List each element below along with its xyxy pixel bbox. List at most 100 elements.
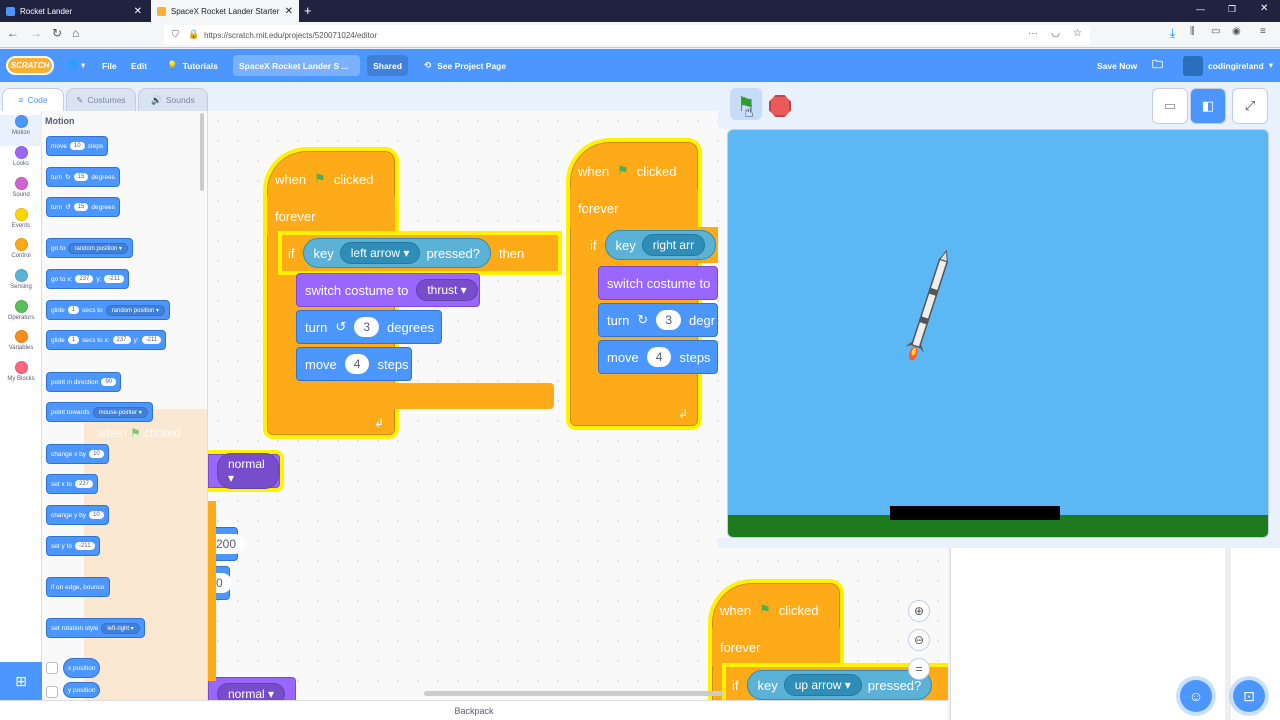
category-control[interactable]: Control bbox=[0, 238, 42, 269]
reporter-x-position[interactable]: x position bbox=[63, 658, 101, 678]
block-change-x[interactable]: change x by 10 bbox=[46, 444, 109, 464]
key-pressed-sensor[interactable]: key left arrow ▾ pressed? bbox=[302, 238, 491, 268]
close-tab-icon[interactable]: ✕ bbox=[134, 6, 142, 17]
forward-icon[interactable]: → bbox=[30, 26, 42, 40]
see-project-page-button[interactable]: ⟲ See Project Page bbox=[424, 49, 506, 82]
pocket-icon[interactable]: ◡ bbox=[1051, 28, 1060, 39]
project-title-input[interactable]: SpaceX Rocket Lander S ... bbox=[233, 55, 360, 76]
sprite-pane-scrollbar[interactable] bbox=[1225, 548, 1231, 720]
block-glide-to[interactable]: glide 1 secs to random position ▾ bbox=[46, 300, 171, 320]
block-point-in-direction[interactable]: point in direction 90 bbox=[46, 372, 122, 392]
close-window-icon[interactable]: ✕ bbox=[1260, 3, 1268, 14]
category-sensing[interactable]: Sensing bbox=[0, 269, 42, 300]
block-turn-right[interactable]: turn ↻ 15 degrees bbox=[46, 167, 120, 187]
script1-if-then[interactable]: if key left arrow ▾ pressed? then bbox=[282, 235, 558, 271]
account-icon[interactable]: ◉ bbox=[1232, 26, 1241, 37]
script4-forever[interactable]: forever bbox=[712, 628, 840, 666]
tutorials-button[interactable]: 💡 Tutorials bbox=[167, 49, 218, 82]
script-area-scrollbar[interactable] bbox=[424, 691, 724, 696]
block-move[interactable]: move 4 steps bbox=[296, 347, 412, 381]
download-icon[interactable]: ⤓ bbox=[1170, 26, 1175, 41]
block-switch-costume-normal[interactable]: normal ▾ bbox=[208, 453, 280, 489]
block-set-rotation-style[interactable]: set rotation style left-right ▾ bbox=[46, 618, 145, 638]
block-go-to-xy[interactable]: go to x: 237 y: -211 bbox=[46, 269, 129, 289]
block-switch-costume[interactable]: switch costume to bbox=[598, 266, 718, 300]
block-set-y[interactable]: set y to -211 bbox=[46, 536, 100, 556]
back-icon[interactable]: ← bbox=[7, 26, 19, 40]
category-my-blocks[interactable]: My Blocks bbox=[0, 361, 42, 392]
category-operators[interactable]: Operators bbox=[0, 300, 42, 331]
script2-hat-when-flag-clicked[interactable]: when ⚑ clicked bbox=[570, 153, 676, 189]
language-globe-icon[interactable]: 🌐 ▾ bbox=[68, 49, 85, 82]
category-looks[interactable]: Looks bbox=[0, 146, 42, 177]
block-glide-to-xy[interactable]: glide 1 secs to x: 237 y: -211 bbox=[46, 330, 167, 350]
restore-icon[interactable]: ❐ bbox=[1228, 4, 1236, 15]
tab-code[interactable]: ≡ Code bbox=[2, 88, 64, 111]
choose-sprite-icon[interactable]: ☺ bbox=[1180, 680, 1212, 712]
tab-sounds[interactable]: 🔊 Sounds bbox=[138, 88, 208, 111]
library-icon[interactable]: ⫼ bbox=[1190, 26, 1195, 37]
browser-tab-rocket-lander[interactable]: Rocket Lander ✕ bbox=[0, 0, 148, 22]
browser-tab-editor[interactable]: SpaceX Rocket Lander Starter c ✕ bbox=[151, 0, 299, 22]
script2-if[interactable]: if key right arr bbox=[584, 227, 718, 263]
block-turn-right[interactable]: turn ↻ 3 degr bbox=[598, 303, 718, 337]
block-move-steps[interactable]: move 10 steps bbox=[46, 136, 109, 156]
scratch-logo[interactable]: SCRATCH bbox=[6, 56, 54, 75]
small-stage-icon[interactable]: ▭ bbox=[1152, 88, 1188, 124]
menu-icon[interactable]: ≡ bbox=[1260, 26, 1266, 37]
x-position-checkbox[interactable] bbox=[46, 662, 58, 674]
script1-forever[interactable]: forever bbox=[267, 197, 395, 235]
reload-icon[interactable]: ↻ bbox=[52, 26, 62, 40]
block-turn-left[interactable]: turn ↺ 3 degrees bbox=[296, 310, 442, 344]
minimize-icon[interactable]: — bbox=[1196, 4, 1205, 14]
block-turn-left[interactable]: turn ↺ 15 degrees bbox=[46, 197, 120, 217]
block-set-x[interactable]: set x to 237 bbox=[46, 474, 98, 494]
reporter-y-position[interactable]: y position bbox=[63, 682, 101, 698]
backpack[interactable]: Backpack bbox=[0, 700, 948, 720]
normal-stage-icon[interactable]: ◧ bbox=[1190, 88, 1226, 124]
shared-button[interactable]: Shared bbox=[367, 55, 408, 76]
script1-hat-when-flag-clicked[interactable]: when ⚑ clicked bbox=[267, 161, 373, 197]
zoom-reset-button[interactable]: = bbox=[908, 658, 930, 680]
key-pressed-sensor[interactable]: key up arrow ▾ pressed? bbox=[746, 670, 933, 700]
block-switch-costume[interactable]: switch costume to thrust ▾ bbox=[296, 273, 480, 307]
save-now-button[interactable]: Save Now bbox=[1097, 49, 1137, 82]
edit-menu[interactable]: Edit bbox=[131, 49, 147, 82]
new-tab-icon[interactable]: + bbox=[304, 3, 312, 18]
key-pressed-sensor[interactable]: key right arr bbox=[604, 230, 717, 260]
address-bar[interactable]: ⛉ 🔒 https://scratch.mit.edu/projects/520… bbox=[164, 25, 1090, 45]
file-menu[interactable]: File bbox=[102, 49, 117, 82]
script2-forever[interactable]: forever bbox=[570, 189, 698, 227]
account-menu[interactable]: codingireland ▾ bbox=[1183, 49, 1273, 82]
bookmark-star-icon[interactable]: ☆ bbox=[1073, 28, 1082, 39]
block-point-towards[interactable]: point towards mouse-pointer ▾ bbox=[46, 402, 153, 422]
my-stuff-folder-icon[interactable]: 🗀 bbox=[1152, 49, 1163, 82]
palette-scrollbar[interactable] bbox=[200, 113, 204, 191]
tab-costumes[interactable]: ✎ Costumes bbox=[66, 88, 136, 111]
close-tab-icon[interactable]: ✕ bbox=[285, 6, 293, 17]
block-change-y[interactable]: change y by 10 bbox=[46, 505, 109, 525]
block-switch-costume-normal-2[interactable]: normal ▾ bbox=[208, 677, 296, 700]
y-position-checkbox[interactable] bbox=[46, 686, 58, 698]
category-events[interactable]: Events bbox=[0, 208, 42, 239]
brush-icon: ✎ bbox=[76, 94, 84, 105]
page-actions-icon[interactable]: ··· bbox=[1028, 28, 1038, 39]
zoom-out-icon[interactable]: ⊖ bbox=[908, 629, 930, 651]
rocket-sprite[interactable] bbox=[898, 248, 958, 368]
rotate-ccw-icon: ↺ bbox=[65, 204, 71, 211]
choose-backdrop-icon[interactable]: ⊡ bbox=[1233, 680, 1265, 712]
block-go-to[interactable]: go to random position ▾ bbox=[46, 238, 133, 258]
sidebar-icon[interactable]: ▭ bbox=[1211, 26, 1220, 37]
home-icon[interactable]: ⌂ bbox=[72, 26, 79, 40]
block-if-on-edge-bounce[interactable]: if on edge, bounce bbox=[46, 577, 110, 597]
zoom-in-icon[interactable]: ⊕ bbox=[908, 600, 930, 622]
category-variables[interactable]: Variables bbox=[0, 330, 42, 361]
category-motion[interactable]: Motion bbox=[0, 115, 42, 146]
fullscreen-icon[interactable]: ⤢ bbox=[1232, 88, 1268, 124]
add-extension-button[interactable]: ⊞ bbox=[0, 662, 42, 700]
stop-icon[interactable] bbox=[769, 95, 791, 117]
block-move[interactable]: move 4 steps bbox=[598, 340, 718, 374]
category-sound[interactable]: Sound bbox=[0, 177, 42, 208]
stage[interactable] bbox=[727, 129, 1269, 538]
script4-hat-when-flag-clicked[interactable]: when ⚑ clicked bbox=[712, 592, 818, 628]
